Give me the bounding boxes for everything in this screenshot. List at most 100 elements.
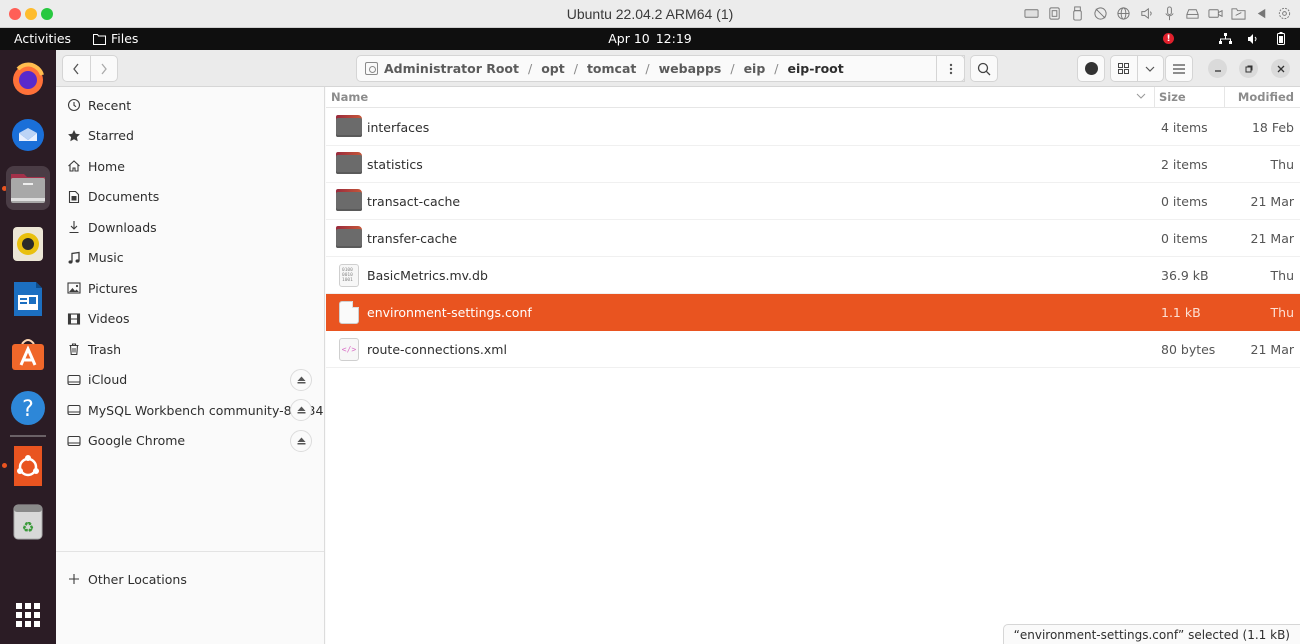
search-button[interactable] bbox=[970, 55, 998, 82]
sidebar-device[interactable]: MySQL Workbench community-8.0.34 bbox=[56, 395, 324, 425]
no-network-icon[interactable] bbox=[1093, 5, 1108, 21]
file-row[interactable]: BasicMetrics.mv.db 36.9 kB Thu bbox=[326, 257, 1300, 294]
file-row[interactable]: transfer-cache 0 items 21 Mar bbox=[326, 220, 1300, 257]
system-tray[interactable]: ! bbox=[1163, 31, 1288, 46]
sidebar-item-pictures[interactable]: Pictures bbox=[56, 273, 324, 303]
dock: ? ♻ bbox=[0, 50, 56, 644]
main-menu-button[interactable] bbox=[1165, 55, 1193, 82]
sidebar-item-home[interactable]: Home bbox=[56, 151, 324, 181]
speaker-icon[interactable] bbox=[1139, 5, 1154, 21]
sidebar-item-label: Music bbox=[88, 250, 124, 265]
eject-icon bbox=[297, 437, 305, 444]
view-dropdown-button[interactable] bbox=[1136, 56, 1163, 81]
file-modified: 18 Feb bbox=[1251, 120, 1294, 135]
sidebar-item-music[interactable]: Music bbox=[56, 243, 324, 273]
column-divider bbox=[1154, 87, 1155, 108]
path-crumb[interactable]: webapps bbox=[659, 61, 722, 76]
file-row[interactable]: transact-cache 0 items 21 Mar bbox=[326, 183, 1300, 220]
file-row[interactable]: statistics 2 items Thu bbox=[326, 146, 1300, 183]
grid-icon bbox=[1118, 63, 1130, 74]
dock-libreoffice-writer[interactable] bbox=[6, 277, 50, 321]
sidebar-item-starred[interactable]: Starred bbox=[56, 121, 324, 151]
volume-icon[interactable] bbox=[1246, 31, 1260, 46]
binary-file-icon bbox=[336, 263, 362, 287]
file-size: 1.1 kB bbox=[1161, 305, 1201, 320]
eject-button[interactable] bbox=[290, 368, 312, 391]
dock-thunderbird[interactable] bbox=[6, 112, 50, 156]
dock-files[interactable] bbox=[6, 166, 50, 210]
path-crumb[interactable]: eip bbox=[744, 61, 766, 76]
column-header-modified[interactable]: Modified bbox=[1238, 90, 1294, 104]
network-wired-icon[interactable] bbox=[1218, 31, 1232, 46]
sidebar-device[interactable]: Google Chrome bbox=[56, 426, 324, 456]
dock-rhythmbox[interactable] bbox=[6, 222, 50, 266]
folder-icon bbox=[336, 152, 362, 176]
dock-firefox[interactable] bbox=[6, 57, 50, 101]
dock-trash[interactable]: ♻ bbox=[6, 500, 50, 544]
file-size: 2 items bbox=[1161, 157, 1208, 172]
minimize-button[interactable] bbox=[1208, 59, 1227, 78]
help-icon: ? bbox=[11, 391, 45, 425]
trash-bin-icon: ♻ bbox=[13, 504, 43, 540]
path-bar[interactable]: Administrator Root / opt / tomcat / webapps / ei… bbox=[356, 55, 965, 82]
shared-folder-icon[interactable] bbox=[1231, 5, 1246, 21]
eject-button[interactable] bbox=[290, 429, 312, 452]
keyboard-icon[interactable] bbox=[1024, 5, 1039, 21]
dock-ubuntu[interactable] bbox=[6, 444, 50, 488]
file-row[interactable]: environment-settings.conf 1.1 kB Thu bbox=[326, 294, 1300, 331]
column-header-size[interactable]: Size bbox=[1159, 90, 1186, 104]
microphone-icon[interactable] bbox=[1162, 5, 1177, 21]
star-icon bbox=[67, 129, 81, 143]
camera-icon[interactable] bbox=[1208, 5, 1223, 21]
sidebar-item-recent[interactable]: Recent bbox=[56, 90, 324, 120]
dock-ubuntu-software[interactable] bbox=[6, 332, 50, 376]
sidebar-item-label: Other Locations bbox=[88, 571, 187, 587]
sidebar-item-other-locations[interactable]: Other Locations bbox=[56, 564, 324, 594]
close-button[interactable] bbox=[1271, 59, 1290, 78]
maximize-button[interactable] bbox=[1239, 59, 1258, 78]
grid-view-button[interactable] bbox=[1111, 56, 1137, 81]
dock-separator bbox=[10, 435, 46, 437]
eject-button[interactable] bbox=[290, 399, 312, 421]
rhythmbox-icon bbox=[13, 227, 43, 261]
ubuntu-top-bar: Activities Files Apr 10 12:19 ! bbox=[0, 28, 1300, 50]
forward-button[interactable] bbox=[89, 56, 117, 81]
battery-icon[interactable] bbox=[1274, 31, 1288, 46]
sidebar-item-trash[interactable]: Trash bbox=[56, 334, 324, 364]
path-crumb[interactable]: opt bbox=[541, 61, 565, 76]
disk-icon[interactable] bbox=[1185, 5, 1200, 21]
cpu-icon[interactable] bbox=[1047, 5, 1062, 21]
search-icon bbox=[977, 62, 991, 75]
show-applications-button[interactable] bbox=[16, 603, 40, 627]
column-header-name[interactable]: Name bbox=[331, 90, 368, 104]
sidebar-device[interactable]: iCloud bbox=[56, 365, 324, 395]
hamburger-icon bbox=[1173, 63, 1185, 74]
path-crumb[interactable]: Administrator Root bbox=[384, 61, 519, 76]
sidebar-item-downloads[interactable]: Downloads bbox=[56, 212, 324, 242]
file-row[interactable]: interfaces 4 items 18 Feb bbox=[326, 109, 1300, 146]
sidebar-item-label: Downloads bbox=[88, 219, 157, 235]
back-button[interactable] bbox=[63, 56, 90, 81]
file-modified: 21 Mar bbox=[1250, 342, 1294, 357]
alert-icon[interactable]: ! bbox=[1163, 33, 1174, 44]
clock-time: 12:19 bbox=[655, 31, 692, 46]
settings-gear-icon[interactable] bbox=[1277, 5, 1292, 21]
collapse-arrow-icon[interactable] bbox=[1254, 5, 1269, 21]
sidebar-item-label: Home bbox=[88, 158, 125, 174]
sort-chevron-down-icon[interactable] bbox=[1136, 89, 1146, 106]
sidebar-item-documents[interactable]: Documents bbox=[56, 182, 324, 212]
sidebar-divider bbox=[56, 551, 324, 552]
record-button[interactable] bbox=[1077, 55, 1105, 82]
usb-icon[interactable] bbox=[1070, 5, 1085, 21]
path-options-button[interactable] bbox=[936, 55, 965, 82]
dock-help[interactable]: ? bbox=[6, 386, 50, 430]
globe-icon[interactable] bbox=[1116, 5, 1131, 21]
clock[interactable]: Apr 10 12:19 bbox=[0, 31, 1300, 46]
file-row[interactable]: </> route-connections.xml 80 bytes 21 Mar bbox=[326, 331, 1300, 368]
drive-icon bbox=[67, 434, 81, 448]
sidebar-item-videos[interactable]: Videos bbox=[56, 304, 324, 334]
file-size: 80 bytes bbox=[1161, 342, 1216, 357]
path-crumb[interactable]: tomcat bbox=[587, 61, 636, 76]
text-file-icon bbox=[336, 300, 362, 324]
path-crumb[interactable]: eip-root bbox=[788, 61, 844, 76]
